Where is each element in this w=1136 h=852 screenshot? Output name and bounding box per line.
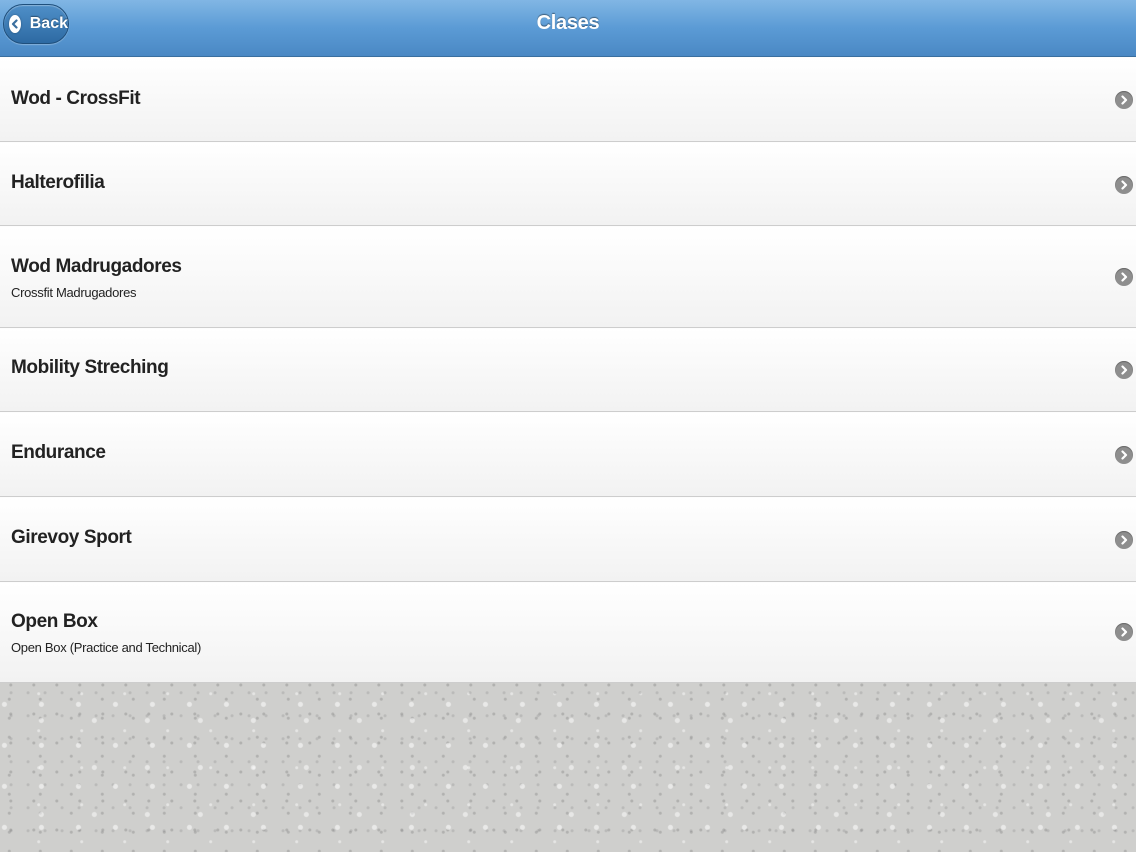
item-title: Endurance: [11, 442, 106, 463]
item-title: Mobility Streching: [11, 357, 169, 378]
list-item-wod-crossfit[interactable]: Wod - CrossFit: [0, 57, 1136, 142]
chevron-right-icon: [1115, 268, 1133, 286]
list-item-endurance[interactable]: Endurance: [0, 412, 1136, 497]
chevron-right-icon: [1115, 446, 1133, 464]
list-item-girevoy-sport[interactable]: Girevoy Sport: [0, 497, 1136, 582]
chevron-right-icon: [1115, 531, 1133, 549]
back-button[interactable]: Back: [3, 4, 69, 44]
list-item-halterofilia[interactable]: Halterofilia: [0, 142, 1136, 226]
item-title: Wod - CrossFit: [11, 88, 141, 109]
list-item-open-box[interactable]: Open Box Open Box (Practice and Technica…: [0, 582, 1136, 683]
item-title: Wod Madrugadores: [11, 256, 182, 277]
item-title: Halterofilia: [11, 172, 105, 193]
item-title: Girevoy Sport: [11, 527, 132, 548]
page-title: Clases: [536, 12, 600, 34]
back-button-label: Back: [29, 15, 68, 32]
chevron-right-icon: [1115, 623, 1133, 641]
item-subtitle: Crossfit Madrugadores: [11, 285, 137, 300]
list-item-mobility-streching[interactable]: Mobility Streching: [0, 328, 1136, 412]
list-item-wod-madrugadores[interactable]: Wod Madrugadores Crossfit Madrugadores: [0, 226, 1136, 328]
header-bar: Clases Back: [0, 0, 1136, 57]
chevron-left-icon: [9, 15, 21, 33]
item-title: Open Box: [11, 611, 98, 632]
chevron-right-icon: [1115, 176, 1133, 194]
class-list: Wod - CrossFit Halterofilia Wod Madrugad…: [0, 57, 1136, 683]
chevron-right-icon: [1115, 91, 1133, 109]
item-subtitle: Open Box (Practice and Technical): [11, 640, 202, 655]
chevron-right-icon: [1115, 361, 1133, 379]
